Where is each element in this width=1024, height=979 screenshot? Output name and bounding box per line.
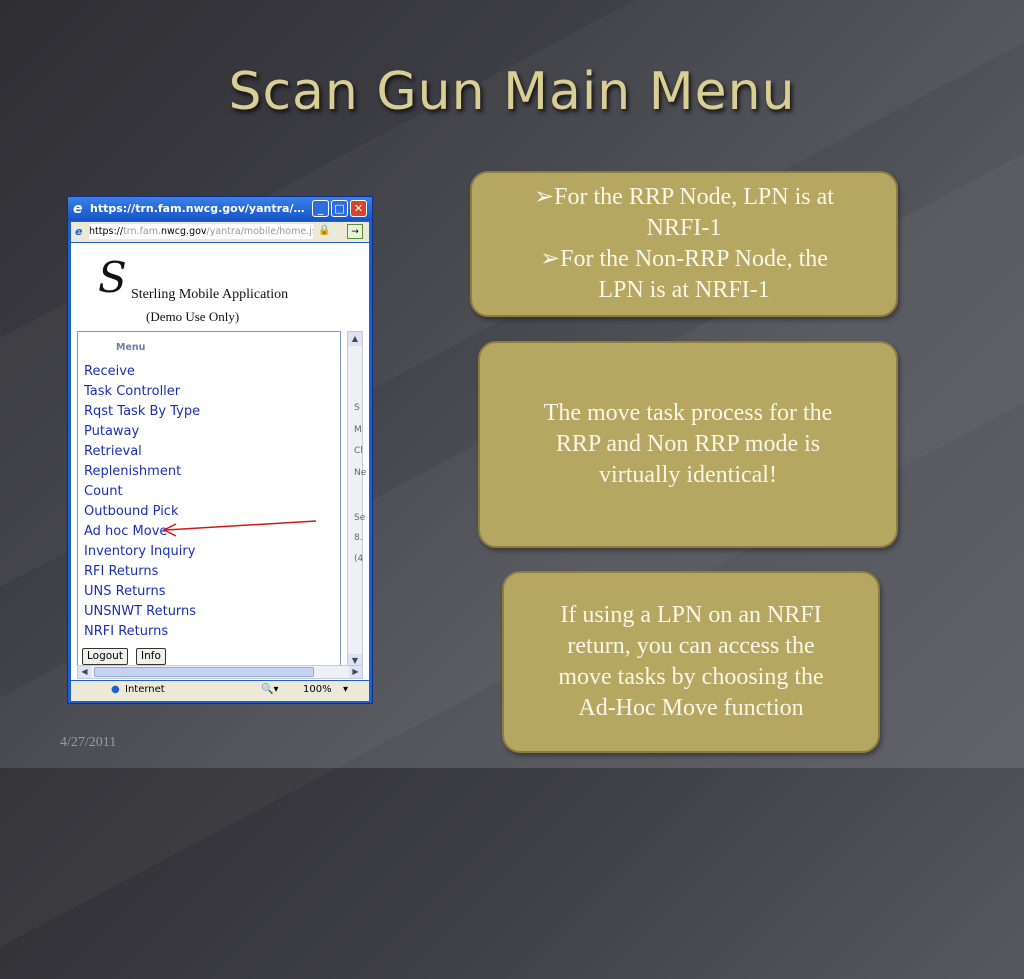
zoom-icon[interactable]: 🔍▾ — [261, 684, 278, 695]
menu-link-task-controller[interactable]: Task Controller — [84, 383, 200, 403]
menu-link-count[interactable]: Count — [84, 483, 200, 503]
minimize-icon[interactable]: _ — [312, 200, 329, 217]
status-zoom[interactable]: 100% — [303, 684, 332, 695]
maximize-icon[interactable]: □ — [331, 200, 348, 217]
app-name: Sterling Mobile Application — [131, 287, 289, 302]
callout-line: Ad-Hoc Move function — [578, 695, 804, 721]
vertical-scrollbar[interactable]: ▲ ▼ — [347, 331, 363, 669]
close-icon[interactable]: ✕ — [350, 200, 367, 217]
menu-link-replenishment[interactable]: Replenishment — [84, 463, 200, 483]
menu-link-nrfi-returns[interactable]: NRFI Returns — [84, 623, 200, 643]
menu-link-rfi-returns[interactable]: RFI Returns — [84, 563, 200, 583]
status-bar: ● Internet 🔍▾ 100% ▾ — [71, 681, 369, 701]
logout-button[interactable]: Logout — [82, 648, 128, 665]
page-content: S Sterling Mobile Application (Demo Use … — [71, 243, 369, 680]
menu-link-rqst-task-by-type[interactable]: Rqst Task By Type — [84, 403, 200, 423]
scroll-left-icon[interactable]: ◀ — [78, 666, 91, 678]
address-path: /yantra/mobile/home.jsp — [206, 226, 313, 237]
callout-line: virtually identical! — [599, 462, 777, 488]
clipped-text: M — [354, 425, 362, 435]
clipped-text: 8. — [354, 533, 363, 543]
app-subtitle: (Demo Use Only) — [146, 309, 240, 324]
menu-link-inventory-inquiry[interactable]: Inventory Inquiry — [84, 543, 200, 563]
callout-line: LPN is at NRFI-1 — [598, 277, 770, 303]
horizontal-scrollbar[interactable]: ◀ ▶ — [77, 665, 363, 679]
page-icon: e — [75, 225, 83, 238]
callout-line: return, you can access the — [567, 633, 815, 659]
menu-link-uns-returns[interactable]: UNS Returns — [84, 583, 200, 603]
lock-icon[interactable]: 🔒 — [318, 225, 330, 236]
address-host-dim: trn.fam. — [123, 226, 162, 237]
menu-link-ad-hoc-move[interactable]: Ad hoc Move — [84, 523, 200, 543]
status-zone: Internet — [125, 684, 165, 695]
window-title: https://trn.fam.nwcg.gov/yantra/mob... — [90, 202, 305, 215]
menu-link-retrieval[interactable]: Retrieval — [84, 443, 200, 463]
slide-title: Scan Gun Main Menu — [228, 62, 796, 122]
menu-link-outbound-pick[interactable]: Outbound Pick — [84, 503, 200, 523]
window-titlebar[interactable]: e https://trn.fam.nwcg.gov/yantra/mob...… — [68, 197, 372, 221]
address-bar: e https://trn.fam.nwcg.gov/yantra/mobile… — [71, 222, 369, 242]
ie-icon: e — [73, 201, 83, 217]
clipped-text: Se — [354, 513, 366, 523]
go-icon[interactable]: → — [347, 224, 363, 239]
menu-heading: Menu — [116, 342, 146, 353]
callout-line: ➢For the Non-RRP Node, the — [540, 246, 828, 272]
slide-date: 4/27/2011 — [60, 735, 117, 750]
callout-line: RRP and Non RRP mode is — [555, 431, 821, 457]
scroll-right-icon[interactable]: ▶ — [349, 666, 362, 678]
clipped-text: Ne — [354, 468, 367, 478]
clipped-text: (4 — [354, 554, 364, 564]
callout-rrp-node: ➢For the RRP Node, LPN is at NRFI-1 ➢For… — [470, 171, 898, 317]
menu-link-unsnwt-returns[interactable]: UNSNWT Returns — [84, 603, 200, 623]
menu-list: Receive Task Controller Rqst Task By Typ… — [84, 363, 200, 643]
scroll-up-icon[interactable]: ▲ — [348, 332, 362, 346]
callout-line: If using a LPN on an NRFI — [560, 602, 822, 628]
browser-window: e https://trn.fam.nwcg.gov/yantra/mob...… — [67, 196, 373, 704]
scroll-thumb[interactable] — [94, 667, 314, 677]
sterling-logo-icon: S — [98, 253, 127, 302]
callout-nrfi-return: If using a LPN on an NRFI return, you ca… — [502, 571, 880, 753]
zoom-dropdown-icon[interactable]: ▾ — [343, 684, 348, 695]
callout-move-task-process: The move task process for the RRP and No… — [478, 341, 898, 548]
menu-link-receive[interactable]: Receive — [84, 363, 200, 383]
info-button[interactable]: Info — [136, 648, 166, 665]
address-input[interactable]: https://trn.fam.nwcg.gov/yantra/mobile/h… — [89, 224, 313, 239]
address-prefix: https:// — [89, 226, 124, 237]
clipped-text: Cl — [354, 446, 363, 456]
callout-line: move tasks by choosing the — [558, 664, 824, 690]
menu-link-putaway[interactable]: Putaway — [84, 423, 200, 443]
callout-line: ➢For the RRP Node, LPN is at — [534, 184, 834, 210]
clipped-text: S — [354, 403, 360, 413]
callout-line: NRFI-1 — [646, 215, 722, 241]
callout-line: The move task process for the — [543, 400, 833, 426]
address-host: nwcg.gov — [161, 226, 207, 237]
menu-frame: Menu Receive Task Controller Rqst Task B… — [77, 331, 341, 669]
globe-icon: ● — [111, 684, 120, 695]
